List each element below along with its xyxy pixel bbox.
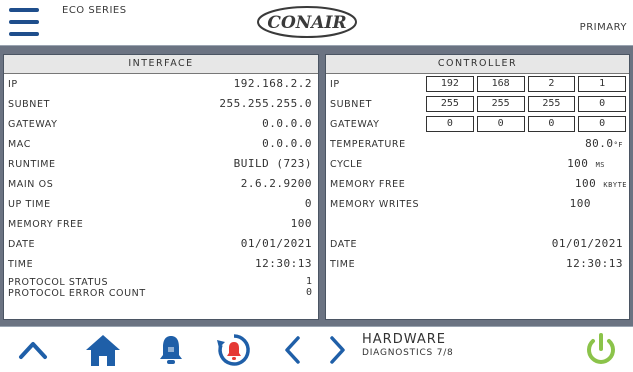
cycle-unit: MS (595, 161, 605, 169)
interface-row-mac: MAC 0.0.0.0 (4, 135, 318, 153)
memory-writes-label: MEMORY WRITES (330, 199, 420, 210)
controller-row-temperature: TEMPERATURE 80.0°F (326, 135, 629, 153)
chevron-right-icon[interactable] (326, 333, 348, 367)
page-subtitle: DIAGNOSTICS 7/8 (362, 348, 454, 358)
row-label: SUBNET (8, 99, 51, 110)
cycle-value: 100 MS (567, 157, 605, 170)
interface-row-memory-free: MEMORY FREE 100 (4, 215, 318, 233)
power-icon[interactable] (583, 333, 619, 367)
ip-octet-field[interactable]: 2 (527, 76, 576, 92)
row-label: GATEWAY (8, 119, 58, 130)
controller-row-cycle: CYCLE 100 MS (326, 155, 629, 173)
controller-row-subnet: SUBNET 255 255 255 0 (326, 95, 629, 113)
row-value: 100 (290, 217, 312, 230)
interface-title: INTERFACE (4, 55, 318, 74)
alarm-history-icon[interactable] (216, 333, 252, 367)
controller-row-ip: IP 192 168 2 1 (326, 75, 629, 93)
gateway-octet-field[interactable]: 0 (476, 116, 525, 132)
ip-octet-field[interactable]: 1 (578, 76, 626, 92)
logo-text: CONAIR (267, 13, 346, 33)
row-label: MEMORY FREE (8, 219, 84, 230)
row-label: MAIN OS (8, 179, 54, 190)
protocol-status-label: PROTOCOL STATUS (8, 277, 109, 288)
top-bar: ECO SERIES CONAIR PRIMARY (0, 0, 633, 46)
interface-row-date: DATE 01/01/2021 (4, 235, 318, 253)
row-label: RUNTIME (8, 159, 56, 170)
interface-row-ip: IP 192.168.2.2 (4, 75, 318, 93)
interface-row-time: TIME 12:30:13 (4, 255, 318, 273)
bottom-nav-bar: HARDWARE DIAGNOSTICS 7/8 (0, 326, 633, 372)
ip-octet-field[interactable]: 168 (476, 76, 525, 92)
subnet-octet-field[interactable]: 255 (426, 96, 474, 112)
ip-label: IP (330, 79, 340, 90)
row-value: 0.0.0.0 (262, 117, 312, 130)
subnet-octet-field[interactable]: 0 (578, 96, 626, 112)
protocol-error-label: PROTOCOL ERROR COUNT (8, 288, 146, 299)
interface-row-main-os: MAIN OS 2.6.2.9200 (4, 175, 318, 193)
row-value: BUILD (723) (233, 157, 312, 170)
ip-octets: 192 168 2 1 (426, 76, 626, 92)
controller-row-time: TIME 12:30:13 (326, 255, 629, 273)
subnet-octets: 255 255 255 0 (426, 96, 626, 112)
main-area: INTERFACE IP 192.168.2.2 SUBNET 255.255.… (0, 46, 633, 326)
page-indicator: HARDWARE DIAGNOSTICS 7/8 (362, 332, 454, 358)
row-value: 0 (304, 197, 312, 210)
conair-logo: CONAIR (257, 6, 357, 38)
row-label: DATE (8, 239, 36, 250)
date-label: DATE (330, 239, 358, 250)
row-value: 0.0.0.0 (262, 137, 312, 150)
temperature-label: TEMPERATURE (330, 139, 406, 150)
gateway-octet-field[interactable]: 0 (578, 116, 626, 132)
time-value: 12:30:13 (566, 257, 623, 270)
bell-icon[interactable] (156, 333, 186, 367)
gateway-label: GATEWAY (330, 119, 380, 130)
time-label: TIME (330, 259, 356, 270)
memory-writes-value: 100 (569, 197, 591, 210)
chevron-left-icon[interactable] (282, 333, 304, 367)
controller-row-memory-writes: MEMORY WRITES 100 (326, 195, 629, 213)
memory-free-label: MEMORY FREE (330, 179, 406, 190)
subnet-octet-field[interactable]: 255 (476, 96, 525, 112)
interface-row-gateway: GATEWAY 0.0.0.0 (4, 115, 318, 133)
series-label: ECO SERIES (62, 5, 127, 16)
row-value: 255.255.255.0 (219, 97, 312, 110)
controller-title: CONTROLLER (326, 55, 629, 74)
cycle-label: CYCLE (330, 159, 363, 170)
protocol-status-value: 1 (305, 276, 312, 287)
mode-label: PRIMARY (579, 22, 627, 33)
subnet-label: SUBNET (330, 99, 373, 110)
row-label: TIME (8, 259, 34, 270)
row-label: UP TIME (8, 199, 51, 210)
subnet-octet-field[interactable]: 255 (527, 96, 576, 112)
hamburger-menu-icon[interactable] (9, 6, 39, 38)
memory-free-value: 100 KBYTE (574, 177, 627, 190)
interface-row-subnet: SUBNET 255.255.255.0 (4, 95, 318, 113)
row-label: MAC (8, 139, 31, 150)
gateway-octets: 0 0 0 0 (426, 116, 626, 132)
interface-row-protocol: PROTOCOL STATUS 1 PROTOCOL ERROR COUNT 0 (4, 276, 318, 301)
gateway-octet-field[interactable]: 0 (527, 116, 576, 132)
controller-panel: CONTROLLER IP 192 168 2 1 SUBNET 255 255… (325, 54, 630, 320)
row-value: 192.168.2.2 (233, 77, 312, 90)
interface-panel: INTERFACE IP 192.168.2.2 SUBNET 255.255.… (3, 54, 319, 320)
row-value: 12:30:13 (255, 257, 312, 270)
controller-row-gateway: GATEWAY 0 0 0 0 (326, 115, 629, 133)
interface-row-up-time: UP TIME 0 (4, 195, 318, 213)
interface-row-runtime: RUNTIME BUILD (723) (4, 155, 318, 173)
temperature-value: 80.0°F (585, 137, 623, 150)
controller-row-memory-free: MEMORY FREE 100 KBYTE (326, 175, 629, 193)
date-value: 01/01/2021 (551, 237, 623, 250)
memory-free-unit: KBYTE (603, 181, 627, 189)
gateway-octet-field[interactable]: 0 (426, 116, 474, 132)
home-icon[interactable] (84, 333, 122, 367)
temperature-unit: °F (613, 141, 623, 149)
row-value: 2.6.2.9200 (240, 177, 312, 190)
row-value: 01/01/2021 (240, 237, 312, 250)
row-label: IP (8, 79, 18, 90)
protocol-error-value: 0 (305, 287, 312, 298)
page-title: HARDWARE (362, 332, 446, 347)
controller-row-date: DATE 01/01/2021 (326, 235, 629, 253)
ip-octet-field[interactable]: 192 (426, 76, 474, 92)
chevron-up-icon[interactable] (16, 333, 50, 367)
